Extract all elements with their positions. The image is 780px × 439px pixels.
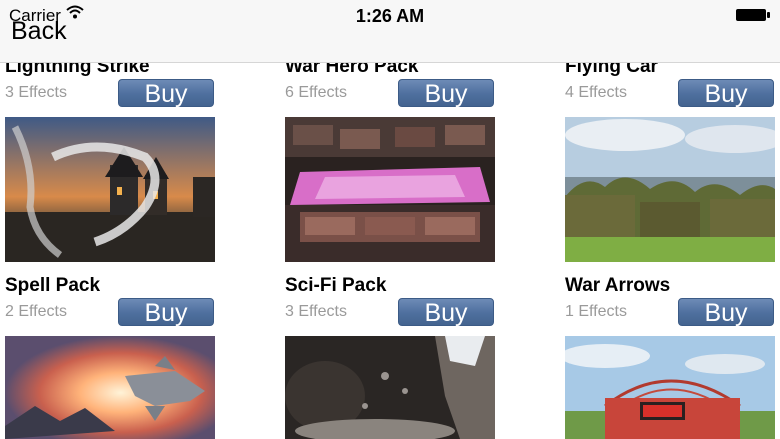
- buy-button[interactable]: Buy: [678, 298, 774, 327]
- pack-effects-count: 4 Effects: [565, 84, 627, 101]
- pack-thumbnail[interactable]: [5, 336, 215, 439]
- pack-title: War Arrows: [565, 275, 671, 296]
- pack-title: Spell Pack: [5, 275, 101, 296]
- sci-fi-pack-image: [285, 336, 495, 439]
- pack-title: Sci-Fi Pack: [285, 275, 387, 296]
- pack-effects-count: 2 Effects: [5, 303, 67, 320]
- war-arrows-image: [565, 336, 775, 439]
- spell-pack-image: [5, 336, 215, 439]
- back-button[interactable]: Back: [11, 17, 67, 46]
- buy-button[interactable]: Buy: [398, 298, 494, 327]
- status-bar: Carrier 1:26 AM Back: [0, 0, 780, 63]
- pack-thumbnail[interactable]: [285, 117, 495, 262]
- pack-effects-count: 3 Effects: [285, 303, 347, 320]
- buy-button[interactable]: Buy: [678, 79, 774, 108]
- war-hero-image: [285, 117, 495, 262]
- status-time: 1:26 AM: [355, 6, 425, 26]
- battery-icon: [736, 9, 770, 21]
- pack-effects-count: 3 Effects: [5, 84, 67, 101]
- pack-grid: Lightning Strike 3 Effects Buy War Hero …: [0, 0, 780, 439]
- flying-car-image: [565, 117, 775, 262]
- buy-button[interactable]: Buy: [118, 298, 214, 327]
- lightning-strike-image: [5, 117, 215, 262]
- pack-thumbnail[interactable]: [565, 117, 775, 262]
- buy-button[interactable]: Buy: [118, 79, 214, 108]
- pack-thumbnail[interactable]: [285, 336, 495, 439]
- pack-effects-count: 6 Effects: [285, 84, 347, 101]
- pack-thumbnail[interactable]: [5, 117, 215, 262]
- pack-thumbnail[interactable]: [565, 336, 775, 439]
- buy-button[interactable]: Buy: [398, 79, 494, 108]
- pack-effects-count: 1 Effects: [565, 303, 627, 320]
